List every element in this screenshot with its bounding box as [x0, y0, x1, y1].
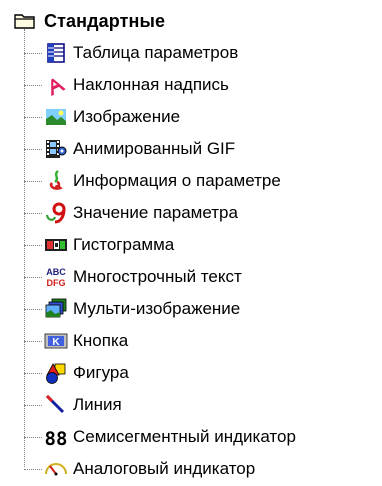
tree-item-label: Аналоговый индикатор — [73, 459, 256, 478]
tree-item-button[interactable]: K Кнопка — [24, 325, 380, 357]
line-icon — [44, 393, 68, 417]
tree-item-label: Анимированный GIF — [73, 139, 236, 158]
tree-item-parameter-info[interactable]: Информация о параметре — [24, 165, 380, 197]
tree-root-label: Стандартные — [44, 10, 166, 31]
tree-item-parameter-value[interactable]: Значение параметра — [24, 197, 380, 229]
folder-icon — [14, 12, 36, 30]
tree-item-label: Кнопка — [73, 331, 129, 350]
tree-item-label: Изображение — [73, 107, 181, 126]
tree-item-label: Мульти-изображение — [73, 299, 241, 318]
image-icon — [44, 105, 68, 129]
slanted-text-icon — [44, 73, 68, 97]
analog-gauge-icon — [44, 457, 68, 481]
tree-item-shape[interactable]: Фигура — [24, 357, 380, 389]
film-icon — [44, 137, 68, 161]
tree-item-label: Линия — [73, 395, 122, 414]
tree-item-label: Таблица параметров — [73, 43, 239, 62]
tree-item-multiline-text[interactable]: ABC DFG Многострочный текст — [24, 261, 380, 293]
multi-image-icon — [44, 297, 68, 321]
tree-root-standard[interactable]: Стандартные — [14, 9, 165, 33]
tree-item-image[interactable]: Изображение — [24, 101, 380, 133]
histogram-icon — [44, 233, 68, 257]
tree-item-label: Семисегментный индикатор — [73, 427, 296, 446]
tree-item-histogram[interactable]: Гистограмма — [24, 229, 380, 261]
parameter-value-icon — [44, 201, 68, 225]
tree-item-label: Значение параметра — [73, 203, 238, 222]
parameter-info-icon — [44, 169, 68, 193]
seven-segment-icon: 88 — [44, 425, 68, 449]
tree-item-label: Многострочный текст — [73, 267, 242, 286]
tree-item-parameter-table[interactable]: Таблица параметров — [24, 37, 380, 69]
component-tree: Стандартные Таблица параметров Наклонная… — [0, 0, 382, 486]
tree-item-label: Наклонная надпись — [73, 75, 229, 94]
shape-icon — [44, 361, 68, 385]
tree-item-label: Фигура — [73, 363, 129, 382]
icon-text-bottom: DFG — [47, 278, 66, 288]
tree-item-seven-segment-indicator[interactable]: 88 Семисегментный индикатор — [24, 421, 380, 453]
icon-text: K — [52, 337, 60, 348]
tree-item-slanted-text[interactable]: Наклонная надпись — [24, 69, 380, 101]
tree-item-line[interactable]: Линия — [24, 389, 380, 421]
table-icon — [44, 41, 68, 65]
icon-text-top: ABC — [46, 267, 66, 277]
tree-item-animated-gif[interactable]: Анимированный GIF — [24, 133, 380, 165]
tree-item-label: Информация о параметре — [73, 171, 281, 190]
tree-item-label: Гистограмма — [73, 235, 175, 254]
tree-item-analog-indicator[interactable]: Аналоговый индикатор — [24, 453, 380, 485]
icon-text: 88 — [45, 428, 68, 449]
tree-item-multi-image[interactable]: Мульти-изображение — [24, 293, 380, 325]
multiline-text-icon: ABC DFG — [44, 265, 68, 289]
button-icon: K — [44, 329, 68, 353]
